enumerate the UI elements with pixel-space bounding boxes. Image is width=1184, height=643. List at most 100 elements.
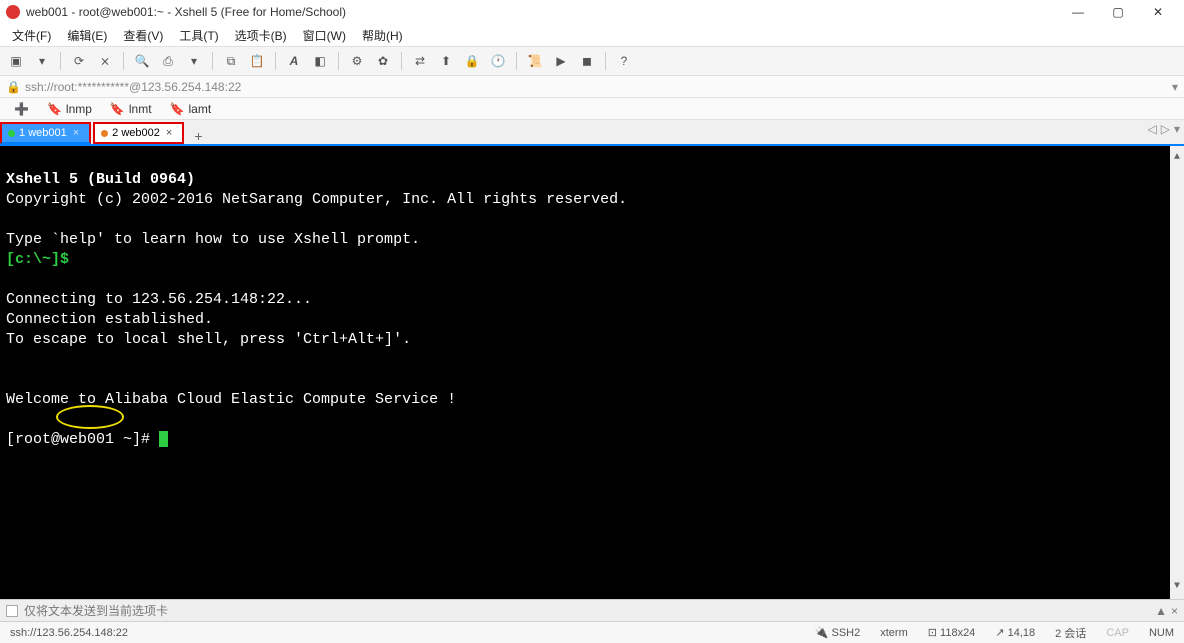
tab-label: web001 (28, 127, 67, 139)
copy-icon[interactable]: ⧉ (221, 51, 241, 71)
send-all-checkbox[interactable] (6, 605, 18, 617)
help-icon[interactable]: ? (614, 51, 634, 71)
bookmark-icon: 🔖 (47, 102, 62, 116)
separator (212, 52, 213, 70)
tab-nav-right-icon[interactable]: ▷ (1161, 122, 1170, 136)
tab-number: 2 (112, 127, 118, 139)
bookmark-icon: 🔖 (170, 102, 185, 116)
paste-icon[interactable]: 📋 (247, 51, 267, 71)
menu-view[interactable]: 查看(V) (117, 25, 169, 46)
status-cap: CAP (1102, 627, 1133, 639)
close-button[interactable]: ✕ (1138, 0, 1178, 24)
record-icon[interactable]: ▶ (551, 51, 571, 71)
new-session-icon[interactable]: ▣ (6, 51, 26, 71)
send-input-label: 仅将文本发送到当前选项卡 (24, 602, 168, 619)
status-address: ssh://123.56.254.148:22 (6, 627, 132, 639)
scroll-up-icon[interactable]: ▲ (1174, 146, 1180, 170)
separator (516, 52, 517, 70)
menu-tools[interactable]: 工具(T) (173, 25, 224, 46)
address-input[interactable]: ssh://root:***********@123.56.254.148:22 (25, 80, 1172, 94)
separator (605, 52, 606, 70)
session-tab-web002[interactable]: 2 web002 × (93, 122, 184, 144)
address-bar: 🔒 ssh://root:***********@123.56.254.148:… (0, 76, 1184, 98)
terminal-line: To escape to local shell, press 'Ctrl+Al… (6, 331, 411, 348)
lock-icon[interactable]: 🔒 (462, 51, 482, 71)
color-icon[interactable]: ◧ (310, 51, 330, 71)
font-icon[interactable]: A (284, 51, 304, 71)
status-cursor-pos: ↗ 14,18 (991, 626, 1039, 639)
bookmark-bar: ➕ 🔖 lnmp 🔖 lnmt 🔖 lamt (0, 98, 1184, 120)
transfer-icon[interactable]: ⇄ (410, 51, 430, 71)
gear-icon[interactable]: ✿ (373, 51, 393, 71)
terminal-line: Copyright (c) 2002-2016 NetSarang Comput… (6, 191, 627, 208)
status-dot-icon (101, 130, 108, 137)
terminal-line: Xshell 5 (Build 0964) (6, 171, 195, 188)
menu-bar: 文件(F) 编辑(E) 查看(V) 工具(T) 选项卡(B) 窗口(W) 帮助(… (0, 24, 1184, 46)
separator (275, 52, 276, 70)
menu-edit[interactable]: 编辑(E) (61, 25, 113, 46)
send-input-bar: 仅将文本发送到当前选项卡 ▲ × (0, 599, 1184, 621)
reconnect-icon[interactable]: ⟳ (69, 51, 89, 71)
bookmark-item[interactable]: 🔖 lnmt (102, 100, 160, 118)
annotation-ellipse (56, 405, 124, 429)
title-bar: web001 - root@web001:~ - Xshell 5 (Free … (0, 0, 1184, 24)
menu-tabs[interactable]: 选项卡(B) (229, 25, 293, 46)
script-icon[interactable]: 📜 (525, 51, 545, 71)
bookmark-item[interactable]: 🔖 lnmp (39, 100, 100, 118)
terminal-line: Connecting to 123.56.254.148:22... (6, 291, 312, 308)
minimize-button[interactable]: — (1058, 0, 1098, 24)
maximize-button[interactable]: ▢ (1098, 0, 1138, 24)
tab-list-icon[interactable]: ▾ (1174, 122, 1180, 136)
bookmark-label: lamt (189, 102, 212, 116)
disconnect-icon[interactable]: ⨯ (95, 51, 115, 71)
separator (338, 52, 339, 70)
clock-icon[interactable]: 🕐 (488, 51, 508, 71)
input-up-icon[interactable]: ▲ (1155, 604, 1167, 618)
separator (123, 52, 124, 70)
new-tab-button[interactable]: + (186, 128, 210, 144)
session-tab-strip: 1 web001 × 2 web002 × + ◁ ▷ ▾ (0, 120, 1184, 144)
bookmark-item[interactable]: 🔖 lamt (162, 100, 220, 118)
settings-icon[interactable]: ⚙ (347, 51, 367, 71)
dropdown-icon[interactable]: ▾ (184, 51, 204, 71)
menu-help[interactable]: 帮助(H) (356, 25, 409, 46)
separator (401, 52, 402, 70)
terminal-scrollbar[interactable]: ▲ ▼ (1170, 146, 1184, 599)
tab-label: web002 (121, 127, 160, 139)
status-term: xterm (876, 627, 912, 639)
dropdown-icon[interactable]: ▾ (1172, 80, 1178, 94)
session-tab-web001[interactable]: 1 web001 × (0, 122, 91, 144)
terminal-line: Connection established. (6, 311, 213, 328)
terminal-prompt: [root@web001 ~]# (6, 431, 159, 448)
menu-window[interactable]: 窗口(W) (297, 25, 352, 46)
open-icon[interactable]: ▾ (32, 51, 52, 71)
separator (60, 52, 61, 70)
print-icon[interactable]: ⎙ (158, 51, 178, 71)
tab-nav-left-icon[interactable]: ◁ (1148, 122, 1157, 136)
status-dot-icon (8, 130, 15, 137)
stop-icon[interactable]: ◼ (577, 51, 597, 71)
input-close-icon[interactable]: × (1171, 604, 1178, 618)
terminal-cursor (159, 431, 168, 447)
search-icon[interactable]: 🔍 (132, 51, 152, 71)
status-sessions: 2 会话 (1051, 625, 1090, 641)
window-title: web001 - root@web001:~ - Xshell 5 (Free … (26, 5, 346, 19)
tab-number: 1 (19, 127, 25, 139)
bookmark-label: lnmt (129, 102, 152, 116)
bookmark-label: lnmp (66, 102, 92, 116)
terminal-prompt: [c:\~]$ (6, 251, 69, 268)
status-ssh: 🔌 SSH2 (811, 626, 865, 639)
status-bar: ssh://123.56.254.148:22 🔌 SSH2 xterm ⊡ 1… (0, 621, 1184, 643)
close-tab-icon[interactable]: × (73, 127, 79, 139)
add-bookmark-icon[interactable]: ➕ (6, 100, 37, 118)
lock-icon: 🔒 (6, 80, 21, 94)
bookmark-icon: 🔖 (110, 102, 125, 116)
app-icon (6, 5, 20, 19)
close-tab-icon[interactable]: × (166, 127, 172, 139)
scroll-down-icon[interactable]: ▼ (1174, 575, 1180, 599)
menu-file[interactable]: 文件(F) (6, 25, 57, 46)
status-size: ⊡ 118x24 (924, 626, 980, 639)
upload-icon[interactable]: ⬆ (436, 51, 456, 71)
terminal-output[interactable]: Xshell 5 (Build 0964) Copyright (c) 2002… (0, 146, 1184, 599)
status-num: NUM (1145, 627, 1178, 639)
